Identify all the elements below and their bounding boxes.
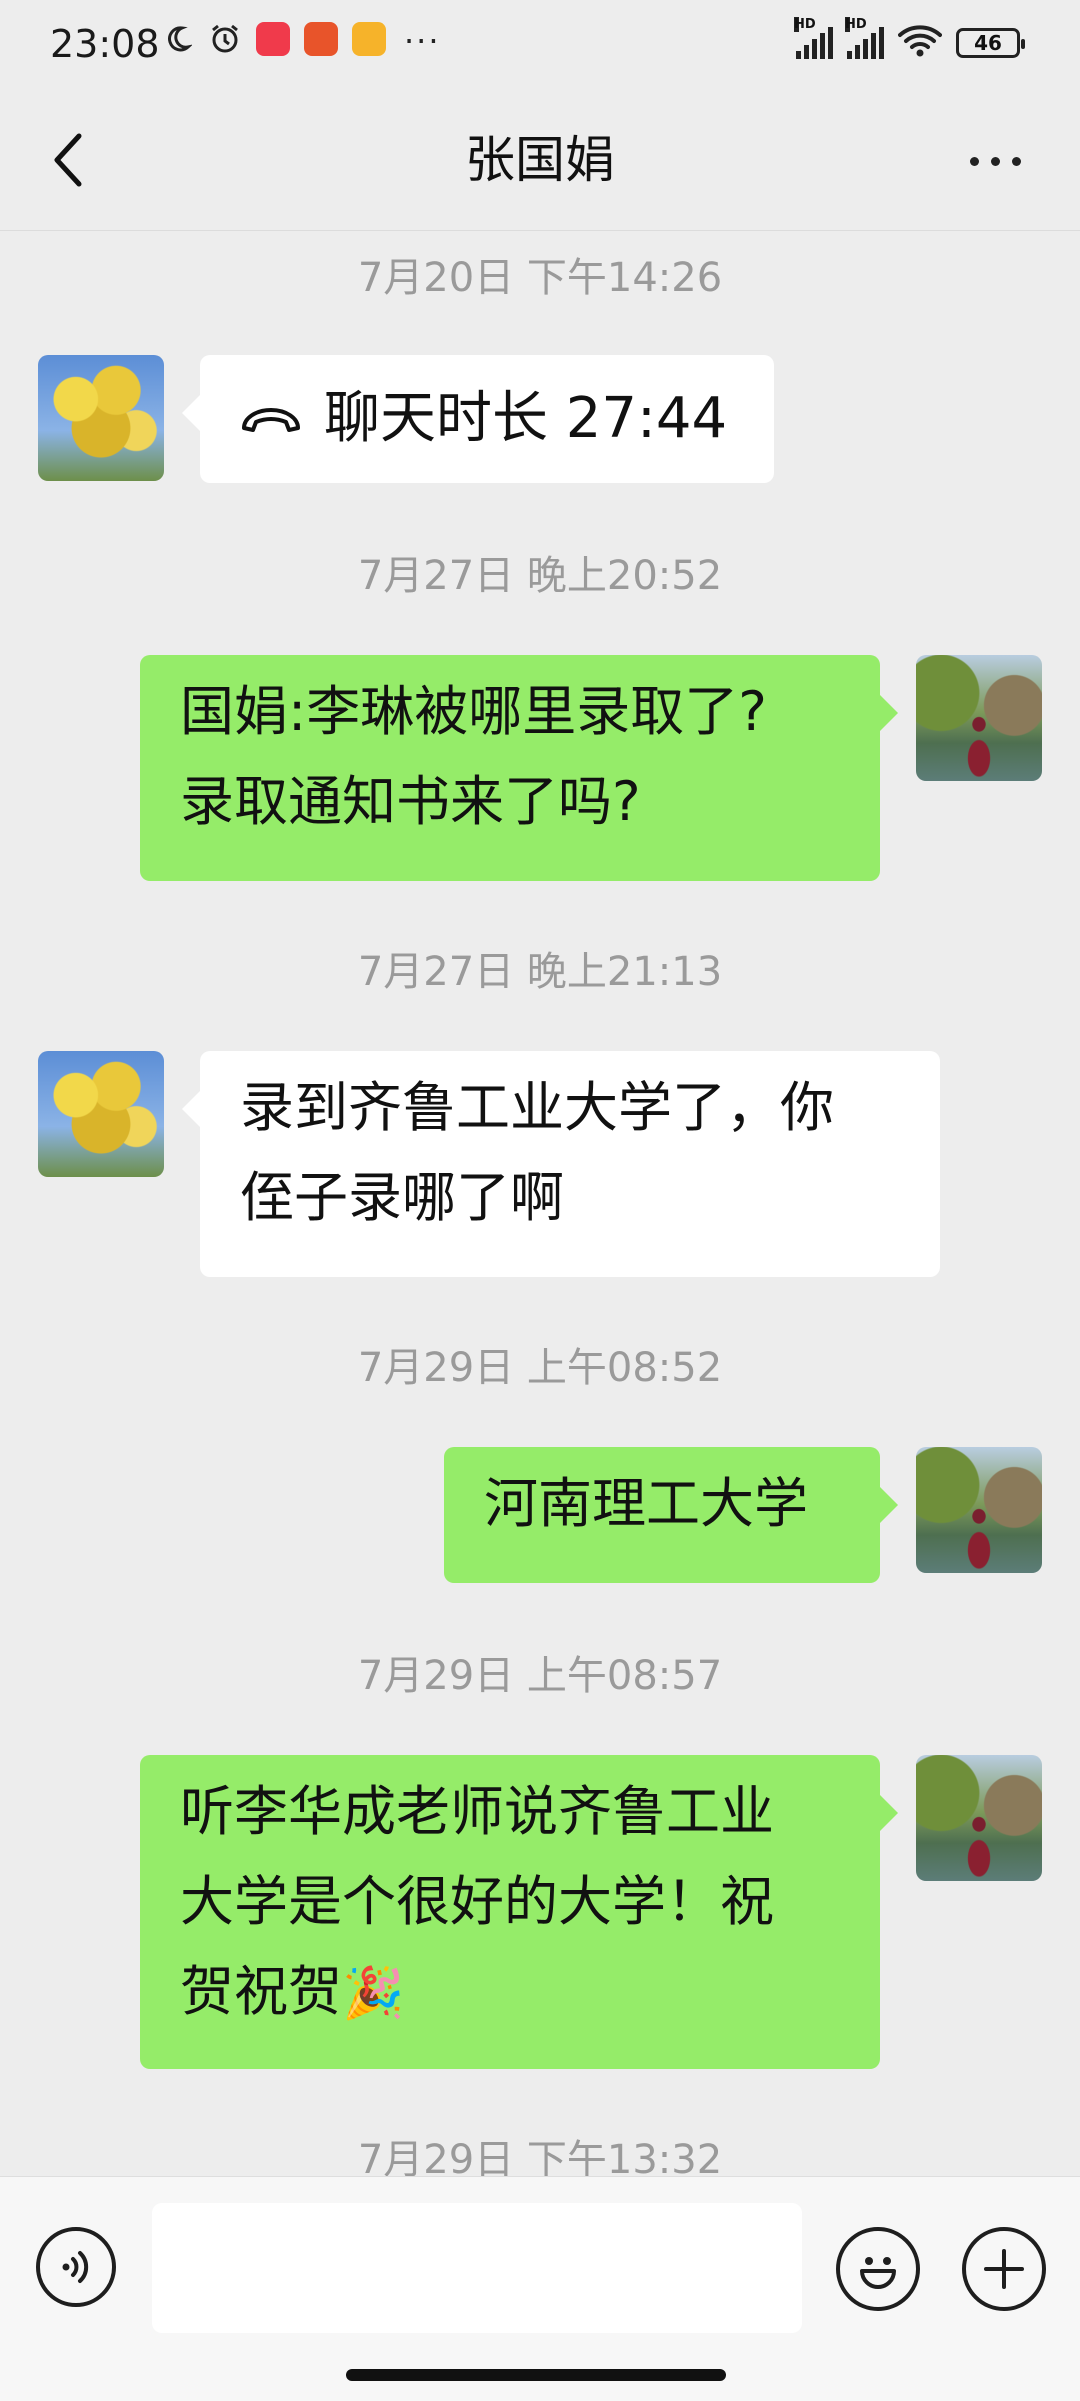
message-timestamp: 7月29日 上午08:52 (357, 1345, 723, 1391)
message-bubble-outgoing[interactable]: 听李华成老师说齐鲁工业 大学是个很好的大学！祝 贺祝贺🎉 (140, 1755, 898, 2069)
message-line: 大学是个很好的大学！祝 (180, 1870, 774, 1933)
app-notification-icon-orange (304, 22, 338, 56)
chat-area[interactable]: 7月20日 下午14:26 聊天时长 27:44 7月27日 晚上20:52 国… (0, 231, 1080, 2183)
message-bubble-outgoing[interactable]: 国娟:李琳被哪里录取了? 录取通知书来了吗? (140, 655, 898, 881)
emoji-button[interactable] (836, 2227, 920, 2311)
status-more-dots: ··· (404, 22, 441, 60)
battery-icon: 46 (956, 28, 1025, 58)
message-timestamp: 7月27日 晚上21:13 (357, 949, 723, 995)
app-notification-icon-yellow (352, 22, 386, 56)
message-line: 河南理工大学 (484, 1472, 808, 1535)
more-options-button[interactable] (950, 126, 1040, 196)
message-line: 录取通知书来了吗? (180, 770, 641, 833)
status-notification-icons (160, 22, 386, 56)
message-timestamp: 7月27日 晚上20:52 (357, 553, 723, 599)
message-bubble-incoming[interactable]: 录到齐鲁工业大学了，你 侄子录哪了啊 (182, 1051, 940, 1277)
chat-title: 张国娟 (465, 131, 615, 189)
my-avatar[interactable] (916, 1447, 1042, 1573)
my-avatar[interactable] (916, 655, 1042, 781)
voice-button[interactable] (36, 2227, 116, 2307)
moon-icon (160, 22, 194, 56)
input-bar (0, 2176, 1080, 2401)
hd-label: HD (794, 17, 816, 32)
message-line-with-emoji: 贺祝贺🎉 (180, 1947, 840, 2038)
voice-icon (62, 2251, 89, 2283)
phone-call-icon (242, 408, 300, 432)
party-popper-emoji: 🎉 (342, 1964, 405, 2022)
message-input[interactable] (152, 2203, 802, 2333)
call-record-bubble[interactable]: 聊天时长 27:44 (182, 355, 774, 483)
home-indicator[interactable] (346, 2369, 726, 2381)
contact-avatar[interactable] (38, 355, 164, 481)
signal-icon: HD (794, 17, 833, 59)
message-bubble-outgoing[interactable]: 河南理工大学 (444, 1447, 898, 1583)
status-bar: 23:08 ··· HD HD 46 (0, 0, 1080, 92)
message-line: 侄子录哪了啊 (240, 1166, 564, 1229)
message-timestamp: 7月20日 下午14:26 (357, 255, 723, 301)
more-dots-icon (969, 156, 979, 166)
message-line: 听李华成老师说齐鲁工业 (180, 1780, 774, 1843)
wifi-icon (898, 24, 942, 62)
message-timestamp: 7月29日 上午08:57 (357, 1653, 723, 1699)
signal-icon-2: HD (845, 17, 884, 59)
message-line: 录到齐鲁工业大学了，你 (240, 1076, 834, 1139)
status-time: 23:08 (50, 22, 160, 66)
app-notification-icon-red (256, 22, 290, 56)
message-line: 贺祝贺 (180, 1960, 342, 2023)
contact-avatar[interactable] (38, 1051, 164, 1177)
hd-label-2: HD (845, 17, 867, 32)
message-line: 国娟:李琳被哪里录取了? (180, 680, 767, 743)
call-duration-label: 聊天时长 27:44 (324, 386, 728, 451)
chat-header: 张国娟 (0, 92, 1080, 231)
plus-button[interactable] (962, 2227, 1046, 2311)
plus-icon (984, 2249, 1024, 2289)
alarm-icon (208, 22, 242, 56)
my-avatar[interactable] (916, 1755, 1042, 1881)
status-system-icons: HD HD 46 (794, 17, 1025, 62)
emoji-icon (860, 2257, 896, 2289)
